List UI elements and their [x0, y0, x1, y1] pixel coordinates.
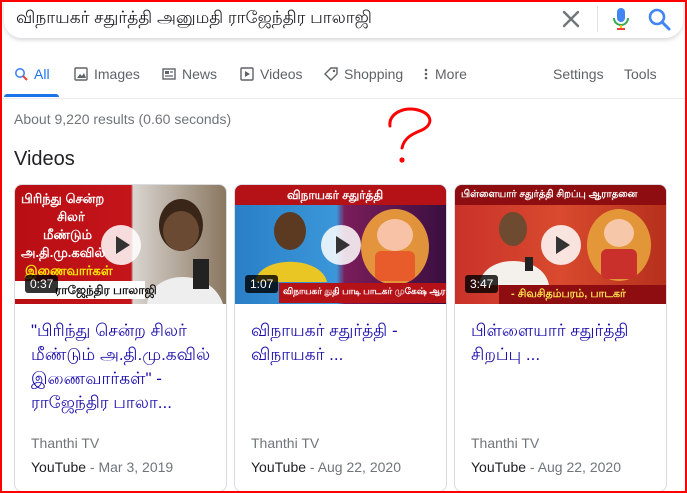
ganesha-figure — [587, 209, 651, 281]
video-title[interactable]: "பிரிந்து சென்ற சிலர் மீண்டும் அ.தி.மு.க… — [31, 319, 211, 415]
video-duration: 0:37 — [25, 275, 59, 293]
tab-label: Images — [94, 66, 140, 82]
more-vert-icon — [424, 68, 428, 80]
video-date: Mar 3, 2019 — [98, 459, 174, 475]
search-icon — [15, 68, 28, 81]
video-date: Aug 22, 2020 — [537, 459, 621, 475]
search-input[interactable]: விநாயகர் சதுர்த்தி அனுமதி ராஜேந்திர பாலா… — [16, 8, 372, 30]
tab-videos[interactable]: Videos — [240, 66, 303, 82]
video-thumbnail[interactable]: பிரிந்து சென்ற சிலர் மீண்டும் அ.தி.மு.கவ… — [15, 185, 226, 304]
microphone-icon[interactable] — [610, 6, 632, 32]
video-meta: YouTube - Aug 22, 2020 — [251, 459, 401, 475]
video-thumbnail[interactable]: விநாயகர் சதுர்த்தி விநாயகர் துதி பாடி பா… — [235, 185, 446, 304]
tab-shopping[interactable]: Shopping — [324, 66, 403, 82]
video-meta: YouTube - Mar 3, 2019 — [31, 459, 174, 475]
video-channel: Thanthi TV — [31, 435, 100, 451]
thumbnail-text: சிலர் — [57, 209, 85, 224]
video-channel: Thanthi TV — [251, 435, 320, 451]
video-thumbnail[interactable]: பிள்ளையார் சதுர்த்தி சிறப்பு ஆராதனை - சி… — [455, 185, 666, 304]
thumbnail-caption: ராஜேந்திர பாலாஜி — [55, 283, 157, 297]
play-button[interactable] — [101, 225, 141, 265]
thumbnail-text: அ.தி.மு.கவில் — [21, 245, 106, 260]
search-bar[interactable]: விநாயகர் சதுர்த்தி அனுமதி ராஜேந்திர பாலா… — [4, 0, 683, 39]
tab-label: All — [34, 66, 50, 82]
thumbnail-text: பிரிந்து சென்ற — [21, 191, 105, 206]
result-stats: About 9,220 results (0.60 seconds) — [14, 111, 232, 127]
search-icon[interactable] — [646, 6, 672, 32]
video-source: YouTube — [471, 459, 527, 475]
news-icon — [162, 68, 176, 80]
video-date: Aug 22, 2020 — [317, 459, 401, 475]
video-source: YouTube — [251, 459, 307, 475]
thumbnail-text: மீண்டும் — [43, 227, 93, 242]
video-duration: 1:07 — [245, 275, 279, 293]
tab-images[interactable]: Images — [74, 66, 140, 82]
active-tab-indicator — [4, 94, 59, 97]
tab-label: Videos — [260, 66, 303, 82]
tab-all[interactable]: All — [14, 66, 50, 82]
tag-icon — [324, 67, 338, 81]
video-card[interactable]: பிரிந்து சென்ற சிலர் மீண்டும் அ.தி.மு.கவ… — [14, 184, 227, 492]
video-card[interactable]: விநாயகர் சதுர்த்தி விநாயகர் துதி பாடி பா… — [234, 184, 447, 492]
thumbnail-header: விநாயகர் சதுர்த்தி — [287, 188, 384, 202]
videos-heading: Videos — [14, 148, 75, 170]
divider — [597, 6, 598, 32]
video-title[interactable]: விநாயகர் சதுர்த்தி - விநாயகர் ... — [251, 319, 431, 367]
clear-icon[interactable] — [558, 6, 584, 32]
ganesha-figure — [361, 209, 429, 285]
tab-news[interactable]: News — [162, 66, 217, 82]
video-channel: Thanthi TV — [471, 435, 540, 451]
handdrawn-question-mark — [388, 107, 432, 163]
image-icon — [74, 67, 88, 81]
settings-link[interactable]: Settings — [553, 66, 604, 82]
video-duration: 3:47 — [465, 275, 499, 293]
thumbnail-header: பிள்ளையார் சதுர்த்தி சிறப்பு ஆராதனை — [461, 189, 638, 200]
video-source: YouTube — [31, 459, 87, 475]
play-icon — [240, 67, 254, 81]
tools-link[interactable]: Tools — [624, 66, 657, 82]
video-title[interactable]: பிள்ளையார் சதுர்த்தி சிறப்பு ... — [471, 319, 651, 367]
thumbnail-caption: விநாயகர் துதி பாடி பாடகர் முகேஷ் ஆராதனை — [283, 286, 446, 296]
tab-label: More — [435, 66, 467, 82]
tab-more[interactable]: More — [423, 66, 467, 82]
play-button[interactable] — [541, 225, 581, 265]
video-card[interactable]: பிள்ளையார் சதுர்த்தி சிறப்பு ஆராதனை - சி… — [454, 184, 667, 492]
thumbnail-caption: - சிவசிதம்பரம், பாடகர் — [511, 288, 626, 300]
tab-label: News — [182, 66, 218, 82]
search-tabs: All Images News Videos Shopping More Set… — [0, 52, 687, 99]
video-meta: YouTube - Aug 22, 2020 — [471, 459, 621, 475]
tab-label: Shopping — [344, 66, 404, 82]
play-button[interactable] — [321, 225, 361, 265]
